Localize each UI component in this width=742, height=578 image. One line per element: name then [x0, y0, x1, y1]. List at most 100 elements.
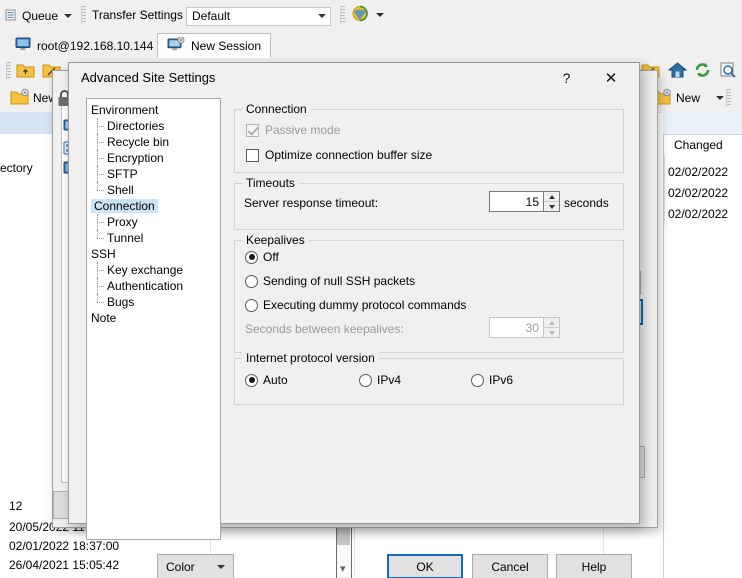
tree-item-environment[interactable]: Environment [87, 102, 220, 118]
radio-auto[interactable] [245, 373, 258, 387]
advanced-site-settings-dialog: Advanced Site Settings ? ✕ Environment D… [68, 62, 640, 578]
keepalive-stepper-up-icon [544, 318, 559, 327]
tree-item-authentication[interactable]: Authentication [87, 278, 220, 294]
connection-groupbox: Connection [234, 102, 624, 173]
right-file-pane [663, 112, 742, 578]
radio-dummy-commands[interactable] [245, 298, 258, 312]
server-response-stepper-buttons[interactable] [544, 191, 560, 212]
keepalive-option-null-packets[interactable]: Sending of null SSH packets [245, 274, 415, 288]
keepalives-group-title: Keepalives [242, 233, 309, 247]
stepper-up-icon[interactable] [544, 192, 559, 201]
help-button[interactable]: Help [556, 554, 632, 578]
tree-item-connection[interactable]: Connection [87, 198, 220, 214]
find-files-icon[interactable] [719, 61, 738, 82]
ip-version-option-ipv6[interactable]: IPv6 [471, 373, 513, 387]
stepper-down-icon[interactable] [544, 201, 559, 211]
server-response-timeout-input[interactable]: 15 [489, 191, 544, 212]
left-pane-header [0, 112, 60, 134]
transfer-settings-combo[interactable]: Default [186, 5, 331, 27]
tab-label: New Session [191, 38, 262, 53]
keepalive-interval-label: Seconds between keepalives: [245, 322, 404, 336]
close-icon[interactable]: ✕ [591, 63, 631, 93]
tab-new-session[interactable]: New Session [157, 33, 272, 58]
radio-ipv6[interactable] [471, 373, 484, 387]
monitor-new-icon [167, 36, 185, 55]
server-response-timeout-stepper[interactable]: 15 [489, 191, 560, 212]
keepalive-interval-stepper: 30 [489, 317, 560, 338]
tree-item-directories[interactable]: Directories [87, 118, 220, 134]
refresh-icon[interactable] [693, 61, 712, 82]
toolbar-grip[interactable] [81, 6, 86, 24]
tree-item-note[interactable]: Note [87, 310, 220, 326]
tab-root-session[interactable]: root@192.168.10.144 × [6, 33, 180, 58]
keepalive-dummy-commands-label: Executing dummy protocol commands [263, 298, 467, 312]
ip-version-option-auto[interactable]: Auto [245, 373, 288, 387]
tree-item-encryption[interactable]: Encryption [87, 150, 220, 166]
toolbar3-grip[interactable] [726, 89, 731, 107]
tree-item-shell[interactable]: Shell [87, 182, 220, 198]
transfer-settings-group: Transfer Settings [81, 4, 183, 26]
color-dropdown-arrow[interactable] [217, 564, 225, 569]
tree-item-recycle-bin[interactable]: Recycle bin [87, 134, 220, 150]
keepalive-off-label: Off [263, 250, 279, 264]
tree-item-ssh[interactable]: SSH [87, 246, 220, 262]
ok-button[interactable]: OK [387, 554, 463, 578]
cancel-button-label: Cancel [491, 559, 529, 574]
ip-version-ipv4-label: IPv4 [377, 373, 402, 387]
color-button[interactable]: Color [157, 554, 234, 578]
tree-item-sftp[interactable]: SFTP [87, 166, 220, 182]
ip-version-auto-label: Auto [263, 373, 288, 387]
dialog-titlebar[interactable]: Advanced Site Settings ? ✕ [69, 63, 639, 94]
new-label-right[interactable]: New [676, 91, 700, 105]
globe-sync-icon[interactable] [351, 4, 370, 26]
seconds-unit-label: seconds [564, 196, 609, 210]
radio-off[interactable] [245, 250, 258, 264]
passive-mode-checkbox-row: Passive mode [246, 123, 340, 137]
server-response-timeout-label: Server response timeout: [244, 196, 379, 210]
radio-null-packets[interactable] [245, 274, 258, 288]
right-pane-column-header[interactable]: Changed [674, 138, 723, 152]
left-pane-date-row[interactable]: 26/04/2021 15:05:42 [9, 558, 119, 572]
scrollbar-down-arrow-icon[interactable]: ▾ [340, 562, 346, 575]
transfer-settings-arrow[interactable] [318, 14, 326, 18]
queue-toolbar-button[interactable]: Queue [4, 5, 73, 27]
new-dropdown-arrow[interactable] [716, 96, 724, 100]
toolbar2-grip[interactable] [6, 62, 11, 80]
dialog-title: Advanced Site Settings [81, 70, 216, 85]
timeouts-group-title: Timeouts [242, 176, 299, 190]
right-pane-date-cell[interactable]: 02/02/2022 [668, 186, 728, 200]
tree-item-key-exchange[interactable]: Key exchange [87, 262, 220, 278]
tree-item-bugs[interactable]: Bugs [87, 294, 220, 310]
right-pane-divider-1 [354, 520, 355, 578]
settings-category-tree[interactable]: Environment Directories Recycle bin Encr… [86, 98, 221, 540]
radio-ipv4[interactable] [359, 373, 372, 387]
keepalives-groupbox: Keepalives [234, 233, 624, 353]
help-icon[interactable]: ? [549, 63, 584, 93]
right-pane-date-cell[interactable]: 02/02/2022 [668, 207, 728, 221]
color-button-label: Color [166, 559, 195, 574]
optimize-buffer-checkbox[interactable] [246, 148, 259, 162]
keepalive-option-dummy-commands[interactable]: Executing dummy protocol commands [245, 298, 466, 312]
keepalive-stepper-down-icon [544, 327, 559, 337]
cancel-button[interactable]: Cancel [472, 554, 548, 578]
session-options-arrow[interactable] [376, 13, 384, 17]
queue-icon [4, 8, 18, 25]
optimize-buffer-checkbox-row[interactable]: Optimize connection buffer size [246, 148, 432, 162]
keepalive-option-off[interactable]: Off [245, 250, 279, 264]
tree-item-proxy[interactable]: Proxy [87, 214, 220, 230]
help-button-label: Help [581, 559, 607, 574]
left-pane-clipped-number: 12 [9, 499, 23, 513]
toolbar-grip-2[interactable] [340, 6, 345, 24]
left-pane-date-row[interactable]: 02/01/2022 18:37:00 [9, 539, 119, 553]
new-folder-icon-left[interactable] [10, 88, 30, 109]
tree-item-tunnel[interactable]: Tunnel [87, 230, 220, 246]
ip-version-option-ipv4[interactable]: IPv4 [359, 373, 401, 387]
session-tab-bar: root@192.168.10.144 × New Session [0, 32, 742, 59]
queue-dropdown-arrow[interactable] [64, 14, 73, 18]
home-icon-right[interactable] [667, 61, 688, 82]
right-pane-date-cell[interactable]: 02/02/2022 [668, 165, 728, 179]
tab-label: root@192.168.10.144 [37, 38, 154, 53]
monitor-icon [15, 37, 31, 54]
folder-up-icon[interactable] [16, 61, 35, 82]
keepalive-null-packets-label: Sending of null SSH packets [263, 274, 416, 288]
